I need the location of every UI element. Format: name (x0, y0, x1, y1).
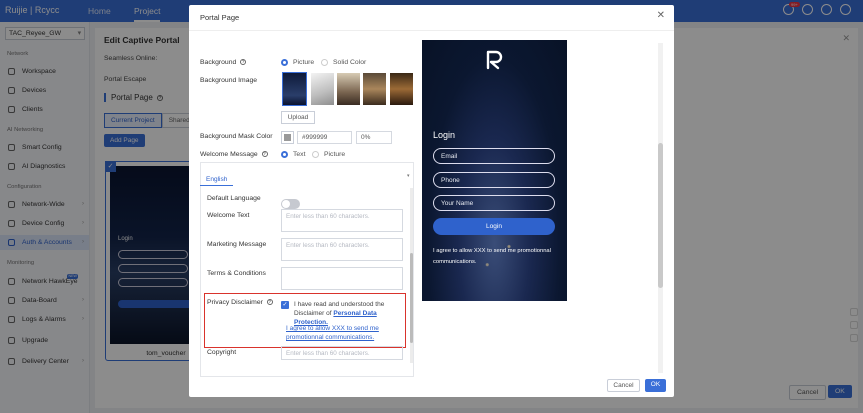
background-label: Background ? (200, 59, 247, 66)
background-thumb-white-room[interactable] (311, 73, 334, 105)
modal-scrollbar-thumb[interactable] (658, 143, 663, 288)
mask-color-swatch[interactable] (281, 131, 294, 144)
form-scrollbar[interactable] (410, 188, 413, 363)
background-thumb-night-city[interactable] (282, 72, 307, 106)
preview-login-title: Login (433, 130, 456, 140)
background-thumb-shelf[interactable] (363, 73, 386, 105)
agree-promotional-link[interactable]: I agree to allow XXX to send me promotio… (286, 324, 404, 342)
background-solid-label: Solid Color (333, 59, 367, 66)
welcome-text-input[interactable]: Enter less than 60 characters. (281, 209, 403, 232)
copyright-label: Copyright (207, 349, 237, 356)
background-image-label: Background Image (200, 77, 258, 84)
modal-scrollbar[interactable] (658, 43, 663, 373)
marketing-message-label: Marketing Message (207, 241, 267, 248)
terms-label: Terms & Conditions (207, 270, 266, 277)
mask-color-input[interactable]: #999999 (297, 131, 352, 144)
modal-title: Portal Page (200, 13, 240, 22)
cancel-button[interactable]: Cancel (607, 379, 640, 392)
brand-logo-icon (486, 50, 503, 70)
welcome-picture-label: Picture (324, 151, 346, 158)
welcome-message-label: Welcome Message ? (200, 151, 268, 158)
info-icon[interactable]: ? (261, 151, 268, 158)
chevron-down-icon[interactable]: ▾ (407, 173, 410, 179)
preview-phone-field: Phone (433, 172, 555, 188)
privacy-checkbox[interactable]: ✓ (281, 301, 289, 309)
upload-button[interactable]: Upload (281, 111, 315, 124)
background-picture-radio[interactable] (281, 59, 288, 66)
terms-input[interactable] (281, 267, 403, 290)
default-language-toggle[interactable] (281, 199, 300, 209)
preview-agree-text: I agree to allow XXX to send me promotio… (433, 248, 551, 265)
default-language-label: Default Language (207, 195, 261, 202)
chat-icon[interactable] (850, 321, 858, 329)
swatch-fill (284, 134, 291, 141)
preview-name-field: Your Name (433, 195, 555, 211)
welcome-picture-radio[interactable] (312, 151, 319, 158)
background-solid-radio[interactable] (321, 59, 328, 66)
copyright-input[interactable]: Enter less than 60 characters. (281, 346, 403, 360)
welcome-text-field-label: Welcome Text (207, 212, 250, 219)
preview-email-field: Email (433, 148, 555, 164)
preview-login-button: Login (433, 218, 555, 235)
divider (189, 30, 674, 31)
marketing-message-input[interactable]: Enter less than 60 characters. (281, 238, 403, 261)
form-scrollbar-thumb[interactable] (410, 253, 413, 343)
close-icon[interactable]: ✕ (657, 10, 665, 21)
mask-opacity-input[interactable]: 0% (356, 131, 392, 144)
welcome-text-label: Text (293, 151, 306, 158)
support-icon[interactable] (850, 308, 858, 316)
welcome-text-radio[interactable] (281, 151, 288, 158)
info-icon[interactable]: ? (240, 59, 247, 66)
privacy-disclaimer-label: Privacy Disclaimer ? (207, 299, 273, 306)
privacy-text: I have read and understood the Disclaime… (294, 301, 385, 326)
background-thumb-lounge[interactable] (390, 73, 413, 105)
mask-color-label: Background Mask Color (200, 133, 273, 140)
portal-page-modal: Portal Page ✕ Background ? Picture Solid… (189, 5, 674, 397)
clipboard-icon[interactable] (850, 334, 858, 342)
portal-preview: Login Email Phone Your Name Login I agre… (422, 40, 567, 301)
background-picture-label: Picture (293, 59, 315, 66)
background-thumb-cafe[interactable] (337, 73, 360, 105)
ok-button[interactable]: OK (645, 379, 666, 392)
tab-english[interactable]: English (200, 174, 234, 186)
info-icon[interactable]: ? (266, 299, 273, 306)
right-toolbar (850, 308, 858, 342)
